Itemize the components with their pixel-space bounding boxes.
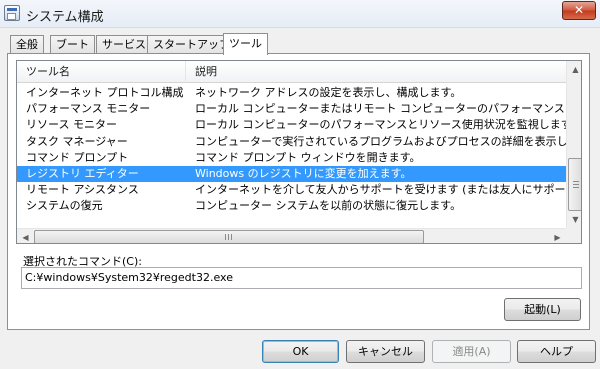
tab-boot[interactable]: ブート	[50, 35, 95, 54]
scrollbar-corner	[566, 228, 581, 243]
horizontal-scroll-thumb[interactable]	[34, 230, 424, 243]
close-button[interactable]: ✕	[562, 1, 596, 20]
tool-description: コンピューター システムを以前の状態に復元します。	[195, 199, 462, 213]
list-item[interactable]: リソース モニター ローカル コンピューターのパフォーマンスとリソース使用状況を…	[17, 117, 566, 133]
help-button[interactable]: ヘルプ	[517, 340, 596, 363]
list-item[interactable]: コマンド プロンプト コマンド プロンプト ウィンドウを開きます。	[17, 150, 566, 166]
tools-list[interactable]: ツール名 説明 インターネット プロトコル構成 ネットワーク アドレスの設定を表…	[16, 60, 582, 244]
tool-description: ローカル コンピューターまたはリモート コンピューターのパフォーマンスを監視しま…	[195, 102, 566, 116]
horizontal-scrollbar[interactable]: ◀ ▶	[17, 228, 566, 243]
list-item[interactable]: タスク マネージャー コンピューターで実行されているプログラムおよびプロセスの詳…	[17, 134, 566, 150]
vertical-scrollbar[interactable]: ▲ ▼	[566, 61, 581, 228]
tool-description: コンピューターで実行されているプログラムおよびプロセスの詳細を表示します	[195, 134, 566, 148]
column-header-tool-name[interactable]: ツール名	[17, 61, 186, 83]
list-rows: インターネット プロトコル構成 ネットワーク アドレスの設定を表示し、構成します…	[17, 85, 566, 215]
scroll-right-arrow-icon[interactable]: ▶	[549, 229, 566, 243]
list-header: ツール名 説明	[17, 61, 566, 83]
tool-name: インターネット プロトコル構成	[26, 86, 184, 99]
list-item[interactable]: リモート アシスタンス インターネットを介して友人からサポートを受けます (また…	[17, 182, 566, 198]
cancel-button[interactable]: キャンセル	[346, 340, 425, 363]
tool-name: リソース モニター	[26, 118, 117, 132]
grip-icon	[225, 234, 232, 240]
scroll-up-arrow-icon[interactable]: ▲	[567, 61, 581, 78]
selected-command-field[interactable]: C:¥windows¥System32¥regedt32.exe	[21, 267, 582, 289]
tool-name: システムの復元	[26, 199, 103, 213]
tool-description: Windows のレジストリに変更を加えます。	[195, 166, 412, 180]
scroll-down-arrow-icon[interactable]: ▼	[567, 211, 581, 228]
launch-button[interactable]: 起動(L)	[504, 298, 581, 321]
list-item[interactable]: パフォーマンス モニター ローカル コンピューターまたはリモート コンピューター…	[17, 101, 566, 117]
tool-name: コマンド プロンプト	[26, 150, 129, 164]
tool-name: レジストリ エディター	[26, 166, 139, 180]
vertical-scroll-thumb[interactable]	[568, 158, 581, 211]
list-item[interactable]: システムの復元 コンピューター システムを以前の状態に復元します。	[17, 198, 566, 214]
ok-button[interactable]: OK	[262, 340, 339, 363]
title-bar: システム構成 ✕	[0, 0, 600, 28]
window-title: システム構成	[26, 10, 104, 25]
list-item[interactable]: インターネット プロトコル構成 ネットワーク アドレスの設定を表示し、構成します…	[17, 85, 566, 101]
tab-tools[interactable]: ツール	[223, 33, 268, 55]
tool-name: リモート アシスタンス	[26, 183, 139, 197]
apply-button: 適用(A)	[432, 340, 511, 363]
grip-icon	[573, 181, 579, 188]
list-item-selected[interactable]: レジストリ エディター Windows のレジストリに変更を加えます。	[17, 165, 566, 183]
tool-description: ローカル コンピューターのパフォーマンスとリソース使用状況を監視します。	[195, 118, 566, 132]
tab-services[interactable]: サービス	[96, 35, 152, 54]
column-header-description[interactable]: 説明	[186, 61, 566, 83]
system-configuration-app-icon	[4, 5, 20, 21]
tool-description: ネットワーク アドレスの設定を表示し、構成します。	[195, 86, 462, 99]
tool-description: コマンド プロンプト ウィンドウを開きます。	[195, 150, 421, 164]
tab-general[interactable]: 全般	[10, 35, 44, 54]
scroll-left-arrow-icon[interactable]: ◀	[17, 229, 34, 243]
tool-description: インターネットを介して友人からサポートを受けます (または友人にサポートを提供し…	[195, 183, 566, 197]
tool-name: パフォーマンス モニター	[26, 102, 151, 116]
tool-name: タスク マネージャー	[26, 134, 128, 148]
